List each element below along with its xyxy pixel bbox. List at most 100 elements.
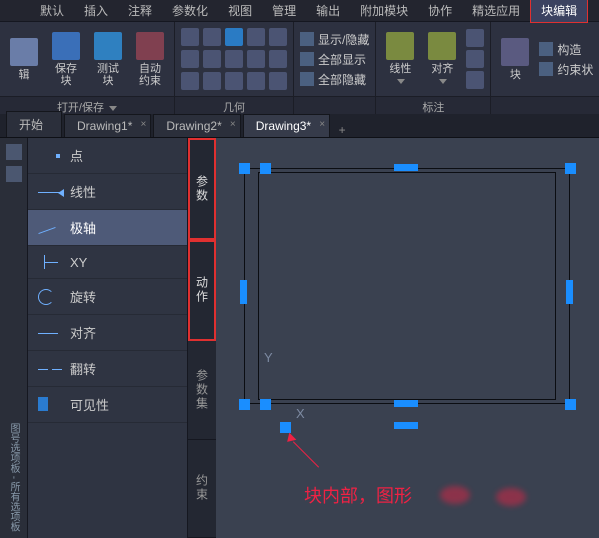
constraint-icon[interactable] xyxy=(269,72,287,90)
palette-item-label: 点 xyxy=(70,146,83,165)
panel-label-geom: 几何 xyxy=(175,96,293,114)
palette-item-point[interactable]: 点 xyxy=(28,138,187,174)
palette-item-label: XY xyxy=(70,255,87,270)
menu-默认[interactable]: 默认 xyxy=(30,0,74,22)
align-icon xyxy=(38,325,62,341)
axis-x-label: X xyxy=(296,406,305,421)
drawing-tab[interactable]: Drawing1*× xyxy=(64,114,151,137)
linear-icon xyxy=(38,184,62,200)
constraint-status-button[interactable]: 约束状 xyxy=(539,61,593,78)
menu-协作[interactable]: 协作 xyxy=(418,0,462,22)
menu-参数化[interactable]: 参数化 xyxy=(162,0,218,22)
palette-item-vis[interactable]: 可见性 xyxy=(28,387,187,423)
palette-item-polar[interactable]: 极轴 xyxy=(28,210,187,246)
gutter-icon[interactable] xyxy=(6,144,22,160)
sidetab-动作[interactable]: 动作 xyxy=(188,240,216,342)
test-block-button[interactable]: 测试 块 xyxy=(90,30,126,89)
close-icon[interactable]: × xyxy=(319,119,325,130)
grip[interactable] xyxy=(260,399,271,410)
sidetab-参数集[interactable]: 参数集 xyxy=(188,341,216,440)
palette-item-label: 线性 xyxy=(70,182,96,201)
palette-item-xy[interactable]: XY xyxy=(28,246,187,279)
menu-块编辑[interactable]: 块编辑 xyxy=(530,0,588,23)
palette-item-rotate[interactable]: 旋转 xyxy=(28,279,187,315)
grip-bar[interactable] xyxy=(394,164,418,171)
palette-item-align[interactable]: 对齐 xyxy=(28,315,187,351)
geometry-constraints-grid[interactable] xyxy=(181,28,287,90)
menu-精选应用[interactable]: 精选应用 xyxy=(462,0,530,22)
constraint-icon[interactable] xyxy=(203,50,221,68)
palette-sidetabs: 参数动作参数集约束 xyxy=(188,138,216,538)
palette-item-flip[interactable]: 翻转 xyxy=(28,351,187,387)
constraint-icon[interactable] xyxy=(247,50,265,68)
palette-item-label: 对齐 xyxy=(70,323,96,342)
new-tab-button[interactable]: + xyxy=(332,123,352,137)
menu-附加模块[interactable]: 附加模块 xyxy=(350,0,418,22)
constraint-icon[interactable] xyxy=(225,72,243,90)
block-inner-rect xyxy=(258,172,556,400)
constraint-icon[interactable] xyxy=(247,28,265,46)
auto-constrain-button[interactable]: 自动 约束 xyxy=(132,30,168,89)
grip[interactable] xyxy=(565,399,576,410)
show-hide-button[interactable]: 显示/隐藏 xyxy=(300,31,369,48)
grip-bar[interactable] xyxy=(394,400,418,407)
annotation-smudge xyxy=(440,486,470,504)
grip[interactable] xyxy=(239,163,250,174)
block-table-button[interactable]: 块 xyxy=(497,36,533,83)
hide-all-button[interactable]: 全部隐藏 xyxy=(300,71,369,88)
constraint-icon[interactable] xyxy=(225,50,243,68)
show-all-button[interactable]: 全部显示 xyxy=(300,51,369,68)
edit-block-button[interactable]: 辑 xyxy=(6,36,42,83)
constraint-icon[interactable] xyxy=(225,28,243,46)
gutter-icon[interactable] xyxy=(6,166,22,182)
palette-item-linear[interactable]: 线性 xyxy=(28,174,187,210)
menu-视图[interactable]: 视图 xyxy=(218,0,262,22)
constraint-icon[interactable] xyxy=(269,50,287,68)
save-block-button[interactable]: 保存 块 xyxy=(48,30,84,89)
grip[interactable] xyxy=(565,163,576,174)
align-dim-button[interactable]: 对齐 xyxy=(424,30,460,89)
constraint-icon[interactable] xyxy=(181,28,199,46)
grip-bar[interactable] xyxy=(240,280,247,304)
grip[interactable] xyxy=(260,163,271,174)
grip-bar[interactable] xyxy=(394,422,418,429)
hide-all-icon xyxy=(300,72,314,86)
flip-icon xyxy=(38,361,62,377)
sidetab-参数[interactable]: 参数 xyxy=(188,138,216,240)
constraint-icon[interactable] xyxy=(247,72,265,90)
menu-管理[interactable]: 管理 xyxy=(262,0,306,22)
construction-button[interactable]: 构造 xyxy=(539,41,593,58)
sidetab-约束[interactable]: 约束 xyxy=(188,440,216,538)
ribbon: 辑 保存 块 测试 块 自动 约束 打开/保存 几何 显示/隐藏 全部显示 全部… xyxy=(0,22,599,114)
show-hide-icon xyxy=(300,32,314,46)
constraint-icon[interactable] xyxy=(203,72,221,90)
drawing-tab[interactable]: Drawing2*× xyxy=(153,114,240,137)
gutter-label: 图号选项板 - 所有选项板 xyxy=(6,423,21,532)
drawing-tab[interactable]: Drawing3*× xyxy=(243,114,330,137)
constraint-icon[interactable] xyxy=(181,72,199,90)
construction-icon xyxy=(539,42,553,56)
status-icon xyxy=(539,62,553,76)
grip[interactable] xyxy=(280,422,291,433)
constraint-icon[interactable] xyxy=(269,28,287,46)
dim-icon[interactable] xyxy=(466,50,484,68)
drawing-tab[interactable]: 开始 xyxy=(6,111,62,137)
annotation-smudge xyxy=(496,488,526,506)
constraint-icon[interactable] xyxy=(181,50,199,68)
dim-icon[interactable] xyxy=(466,29,484,47)
menu-插入[interactable]: 插入 xyxy=(74,0,118,22)
close-icon[interactable]: × xyxy=(141,119,147,130)
panel-label-dim: 标注 xyxy=(376,96,490,114)
menu-注释[interactable]: 注释 xyxy=(118,0,162,22)
grip[interactable] xyxy=(239,399,250,410)
palette-item-label: 翻转 xyxy=(70,359,96,378)
rotate-icon xyxy=(38,289,62,305)
close-icon[interactable]: × xyxy=(230,119,236,130)
drawing-canvas[interactable]: Y X 块内部，图形 xyxy=(216,138,599,538)
menu-bar: 默认插入注释参数化视图管理输出附加模块协作精选应用块编辑 xyxy=(0,0,599,22)
dim-icon[interactable] xyxy=(466,71,484,89)
menu-输出[interactable]: 输出 xyxy=(306,0,350,22)
grip-bar[interactable] xyxy=(566,280,573,304)
constraint-icon[interactable] xyxy=(203,28,221,46)
linear-dim-button[interactable]: 线性 xyxy=(382,30,418,89)
